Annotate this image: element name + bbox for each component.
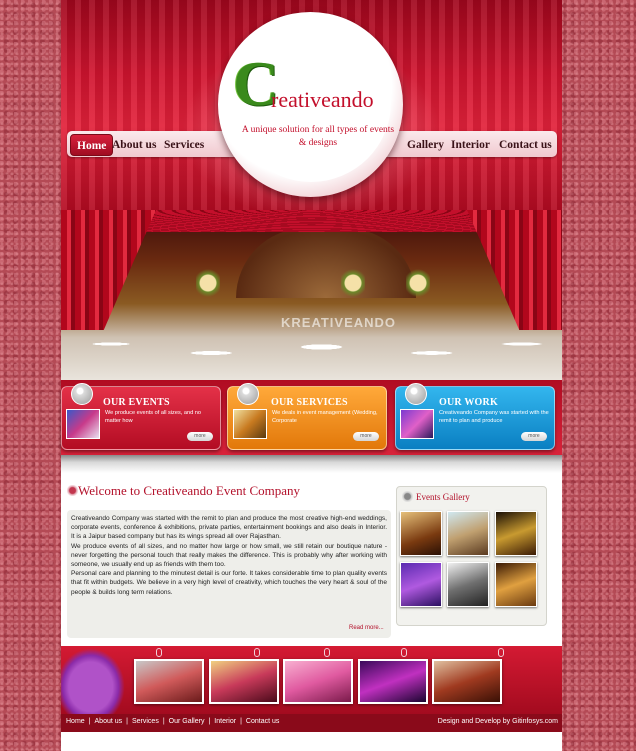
- work-icon: [405, 383, 427, 405]
- feature-text: Creativeando Company was started with th…: [439, 410, 549, 424]
- feature-title: OUR WORK: [439, 397, 498, 408]
- feature-thumbnail: [400, 409, 434, 439]
- footer-link-services[interactable]: Services: [132, 718, 159, 725]
- feature-title: OUR EVENTS: [103, 397, 170, 408]
- events-more-button[interactable]: more: [187, 432, 213, 441]
- nav-about-us[interactable]: About us: [106, 134, 162, 156]
- welcome-heading: Welcome to Creativeando Event Company: [78, 483, 301, 498]
- feature-text: We deals in event management (Wedding, C…: [272, 410, 378, 424]
- strip-photo[interactable]: [134, 659, 204, 704]
- gallery-thumbnail[interactable]: [495, 562, 537, 607]
- hero-venue-image: KREATIVEANDO: [61, 210, 562, 380]
- section-divider: [61, 455, 562, 473]
- hanging-hook: [156, 648, 162, 657]
- footer-link-contact-us[interactable]: Contact us: [246, 718, 279, 725]
- nav-services[interactable]: Services: [158, 134, 210, 156]
- feature-text: We produce events of all sizes, and no m…: [105, 410, 201, 424]
- footer-link-about-us[interactable]: About us: [95, 718, 123, 725]
- feature-title: OUR SERVICES: [271, 397, 348, 408]
- hanging-hook: [401, 648, 407, 657]
- gallery-thumbnail[interactable]: [447, 562, 489, 607]
- hanging-hook: [254, 648, 260, 657]
- work-more-button[interactable]: more: [521, 432, 547, 441]
- hero-curtain-left: [61, 210, 156, 330]
- footer-link-home[interactable]: Home: [66, 718, 85, 725]
- hero-flower-arrangement: [341, 268, 365, 318]
- feature-thumbnail: [66, 409, 100, 439]
- footer-credit[interactable]: Design and Develop by Gitinfosys.com: [438, 718, 558, 725]
- gallery-thumbnail[interactable]: [495, 511, 537, 556]
- nav-interior[interactable]: Interior: [445, 134, 496, 156]
- welcome-paragraph: We produce events of all sizes, and no m…: [71, 542, 387, 569]
- gallery-thumbnail[interactable]: [400, 562, 442, 607]
- footer-separator: |: [240, 718, 242, 725]
- gallery-thumbnail[interactable]: [400, 511, 442, 556]
- nav-gallery[interactable]: Gallery: [401, 134, 450, 156]
- strip-photo[interactable]: [283, 659, 353, 704]
- gallery-title: Events Gallery: [416, 492, 470, 502]
- footer-separator: |: [88, 718, 91, 725]
- strip-photo[interactable]: [209, 659, 279, 704]
- page-container: Home About us Services Gallery Interior …: [61, 0, 562, 751]
- hero-flower-arrangement: [196, 268, 220, 318]
- dancer-silhouette: [61, 646, 127, 714]
- services-icon: [237, 383, 259, 405]
- services-more-button[interactable]: more: [353, 432, 379, 441]
- nav-contact-us[interactable]: Contact us: [493, 134, 558, 156]
- gallery-icon: [402, 491, 413, 502]
- strip-photo[interactable]: [432, 659, 502, 704]
- read-more-link[interactable]: Read more...: [349, 625, 384, 631]
- flower-icon: [67, 485, 78, 496]
- feature-thumbnail: [233, 409, 267, 439]
- hero-flower-arrangement: [406, 268, 430, 318]
- gallery-thumbnail[interactable]: [447, 511, 489, 556]
- footer-separator: |: [162, 718, 165, 725]
- footer-separator: |: [126, 718, 128, 725]
- hero-curtain-right: [467, 210, 562, 330]
- footer-link-our-gallery[interactable]: Our Gallery: [169, 718, 205, 725]
- hanging-hook: [498, 648, 504, 657]
- strip-photo[interactable]: [358, 659, 428, 704]
- hanging-hook: [324, 648, 330, 657]
- hero-watermark: KREATIVEANDO: [281, 315, 397, 330]
- hero-tent: [236, 228, 416, 298]
- logo-name: reativeando: [271, 87, 374, 112]
- footer-link-interior[interactable]: Interior: [214, 718, 236, 725]
- welcome-paragraph: Personal care and planning to the minute…: [71, 570, 387, 596]
- welcome-paragraph: Creativeando Company was started with th…: [71, 515, 387, 541]
- footer-links: Home | About us | Services | Our Gallery | Inter…: [66, 718, 279, 725]
- welcome-body: Creativeando Company was started with th…: [71, 514, 387, 597]
- logo-tagline: A unique solution for all types of event…: [241, 125, 395, 148]
- events-icon: [71, 383, 93, 405]
- footer-separator: |: [208, 718, 211, 725]
